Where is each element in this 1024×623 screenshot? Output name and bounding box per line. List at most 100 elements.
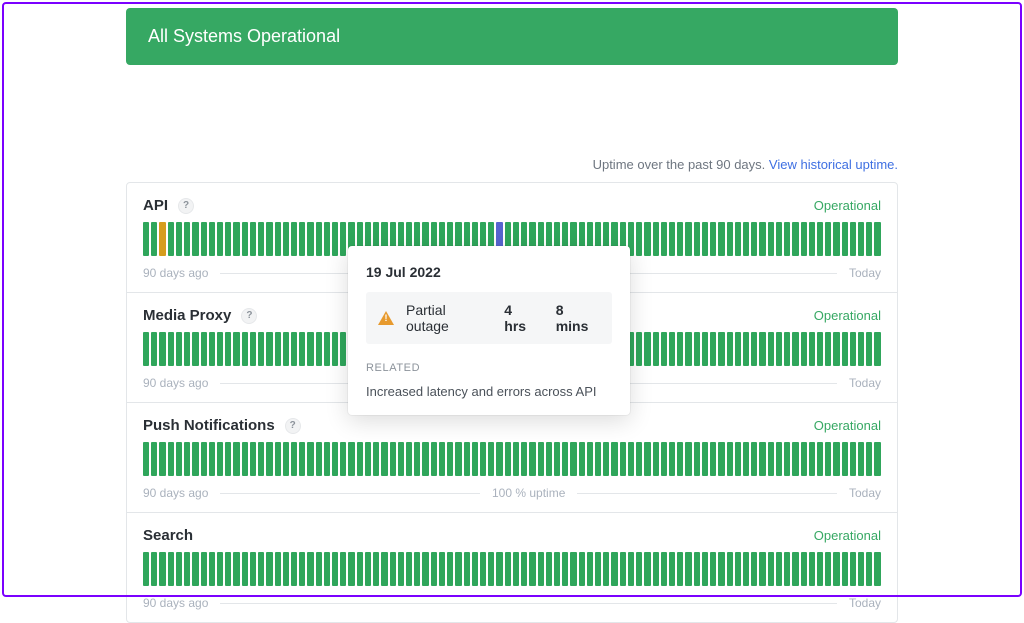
uptime-day-bar[interactable]	[653, 442, 659, 476]
uptime-day-bar[interactable]	[505, 442, 511, 476]
uptime-day-bar[interactable]	[759, 552, 765, 586]
uptime-day-bar[interactable]	[710, 442, 716, 476]
uptime-day-bar[interactable]	[242, 442, 248, 476]
uptime-day-bar[interactable]	[874, 442, 880, 476]
uptime-day-bar[interactable]	[718, 552, 724, 586]
uptime-day-bar[interactable]	[291, 552, 297, 586]
uptime-day-bar[interactable]	[316, 552, 322, 586]
uptime-day-bar[interactable]	[768, 222, 774, 256]
uptime-day-bar[interactable]	[792, 552, 798, 586]
uptime-track[interactable]	[143, 442, 881, 476]
uptime-day-bar[interactable]	[143, 442, 149, 476]
uptime-day-bar[interactable]	[151, 552, 157, 586]
uptime-day-bar[interactable]	[521, 442, 527, 476]
uptime-day-bar[interactable]	[324, 552, 330, 586]
uptime-day-bar[interactable]	[743, 552, 749, 586]
uptime-day-bar[interactable]	[176, 332, 182, 366]
uptime-day-bar[interactable]	[858, 552, 864, 586]
uptime-day-bar[interactable]	[192, 442, 198, 476]
uptime-day-bar[interactable]	[242, 222, 248, 256]
uptime-day-bar[interactable]	[792, 442, 798, 476]
uptime-day-bar[interactable]	[332, 222, 338, 256]
uptime-day-bar[interactable]	[546, 442, 552, 476]
uptime-day-bar[interactable]	[414, 442, 420, 476]
uptime-day-bar[interactable]	[159, 332, 165, 366]
uptime-day-bar[interactable]	[184, 222, 190, 256]
uptime-day-bar[interactable]	[644, 332, 650, 366]
uptime-day-bar[interactable]	[636, 222, 642, 256]
uptime-day-bar[interactable]	[570, 552, 576, 586]
uptime-day-bar[interactable]	[866, 442, 872, 476]
uptime-day-bar[interactable]	[398, 552, 404, 586]
uptime-day-bar[interactable]	[431, 552, 437, 586]
uptime-day-bar[interactable]	[710, 552, 716, 586]
uptime-day-bar[interactable]	[266, 222, 272, 256]
uptime-day-bar[interactable]	[480, 442, 486, 476]
uptime-day-bar[interactable]	[373, 442, 379, 476]
uptime-day-bar[interactable]	[151, 442, 157, 476]
uptime-day-bar[interactable]	[159, 552, 165, 586]
uptime-day-bar[interactable]	[275, 442, 281, 476]
uptime-day-bar[interactable]	[258, 552, 264, 586]
uptime-day-bar[interactable]	[792, 222, 798, 256]
uptime-day-bar[interactable]	[316, 442, 322, 476]
uptime-day-bar[interactable]	[661, 222, 667, 256]
uptime-day-bar[interactable]	[669, 442, 675, 476]
uptime-day-bar[interactable]	[168, 552, 174, 586]
uptime-day-bar[interactable]	[620, 552, 626, 586]
uptime-day-bar[interactable]	[792, 332, 798, 366]
uptime-day-bar[interactable]	[677, 442, 683, 476]
uptime-day-bar[interactable]	[562, 442, 568, 476]
uptime-day-bar[interactable]	[768, 332, 774, 366]
uptime-day-bar[interactable]	[283, 332, 289, 366]
uptime-day-bar[interactable]	[406, 442, 412, 476]
uptime-day-bar[interactable]	[669, 332, 675, 366]
uptime-day-bar[interactable]	[809, 222, 815, 256]
uptime-day-bar[interactable]	[439, 442, 445, 476]
uptime-day-bar[interactable]	[562, 552, 568, 586]
uptime-day-bar[interactable]	[217, 552, 223, 586]
uptime-day-bar[interactable]	[414, 552, 420, 586]
uptime-day-bar[interactable]	[801, 222, 807, 256]
uptime-day-bar[interactable]	[751, 332, 757, 366]
uptime-day-bar[interactable]	[759, 442, 765, 476]
uptime-day-bar[interactable]	[192, 332, 198, 366]
uptime-day-bar[interactable]	[201, 442, 207, 476]
uptime-day-bar[interactable]	[579, 442, 585, 476]
uptime-day-bar[interactable]	[842, 332, 848, 366]
uptime-day-bar[interactable]	[727, 222, 733, 256]
uptime-day-bar[interactable]	[496, 442, 502, 476]
uptime-day-bar[interactable]	[381, 442, 387, 476]
uptime-day-bar[interactable]	[817, 332, 823, 366]
uptime-day-bar[interactable]	[291, 222, 297, 256]
uptime-day-bar[interactable]	[825, 442, 831, 476]
uptime-day-bar[interactable]	[488, 552, 494, 586]
uptime-day-bar[interactable]	[348, 552, 354, 586]
uptime-day-bar[interactable]	[422, 442, 428, 476]
uptime-day-bar[interactable]	[685, 552, 691, 586]
uptime-day-bar[interactable]	[653, 332, 659, 366]
uptime-day-bar[interactable]	[817, 222, 823, 256]
uptime-day-bar[interactable]	[866, 552, 872, 586]
uptime-day-bar[interactable]	[250, 552, 256, 586]
uptime-day-bar[interactable]	[250, 222, 256, 256]
uptime-day-bar[interactable]	[168, 332, 174, 366]
uptime-day-bar[interactable]	[151, 222, 157, 256]
uptime-day-bar[interactable]	[283, 552, 289, 586]
uptime-day-bar[interactable]	[233, 222, 239, 256]
uptime-day-bar[interactable]	[184, 332, 190, 366]
uptime-day-bar[interactable]	[283, 442, 289, 476]
uptime-day-bar[interactable]	[455, 552, 461, 586]
uptime-day-bar[interactable]	[307, 552, 313, 586]
uptime-day-bar[interactable]	[299, 222, 305, 256]
uptime-day-bar[interactable]	[250, 332, 256, 366]
uptime-day-bar[interactable]	[365, 552, 371, 586]
uptime-day-bar[interactable]	[628, 442, 634, 476]
uptime-day-bar[interactable]	[529, 552, 535, 586]
uptime-day-bar[interactable]	[611, 442, 617, 476]
uptime-day-bar[interactable]	[258, 442, 264, 476]
uptime-day-bar[interactable]	[653, 222, 659, 256]
uptime-day-bar[interactable]	[817, 552, 823, 586]
uptime-day-bar[interactable]	[192, 552, 198, 586]
uptime-day-bar[interactable]	[768, 442, 774, 476]
